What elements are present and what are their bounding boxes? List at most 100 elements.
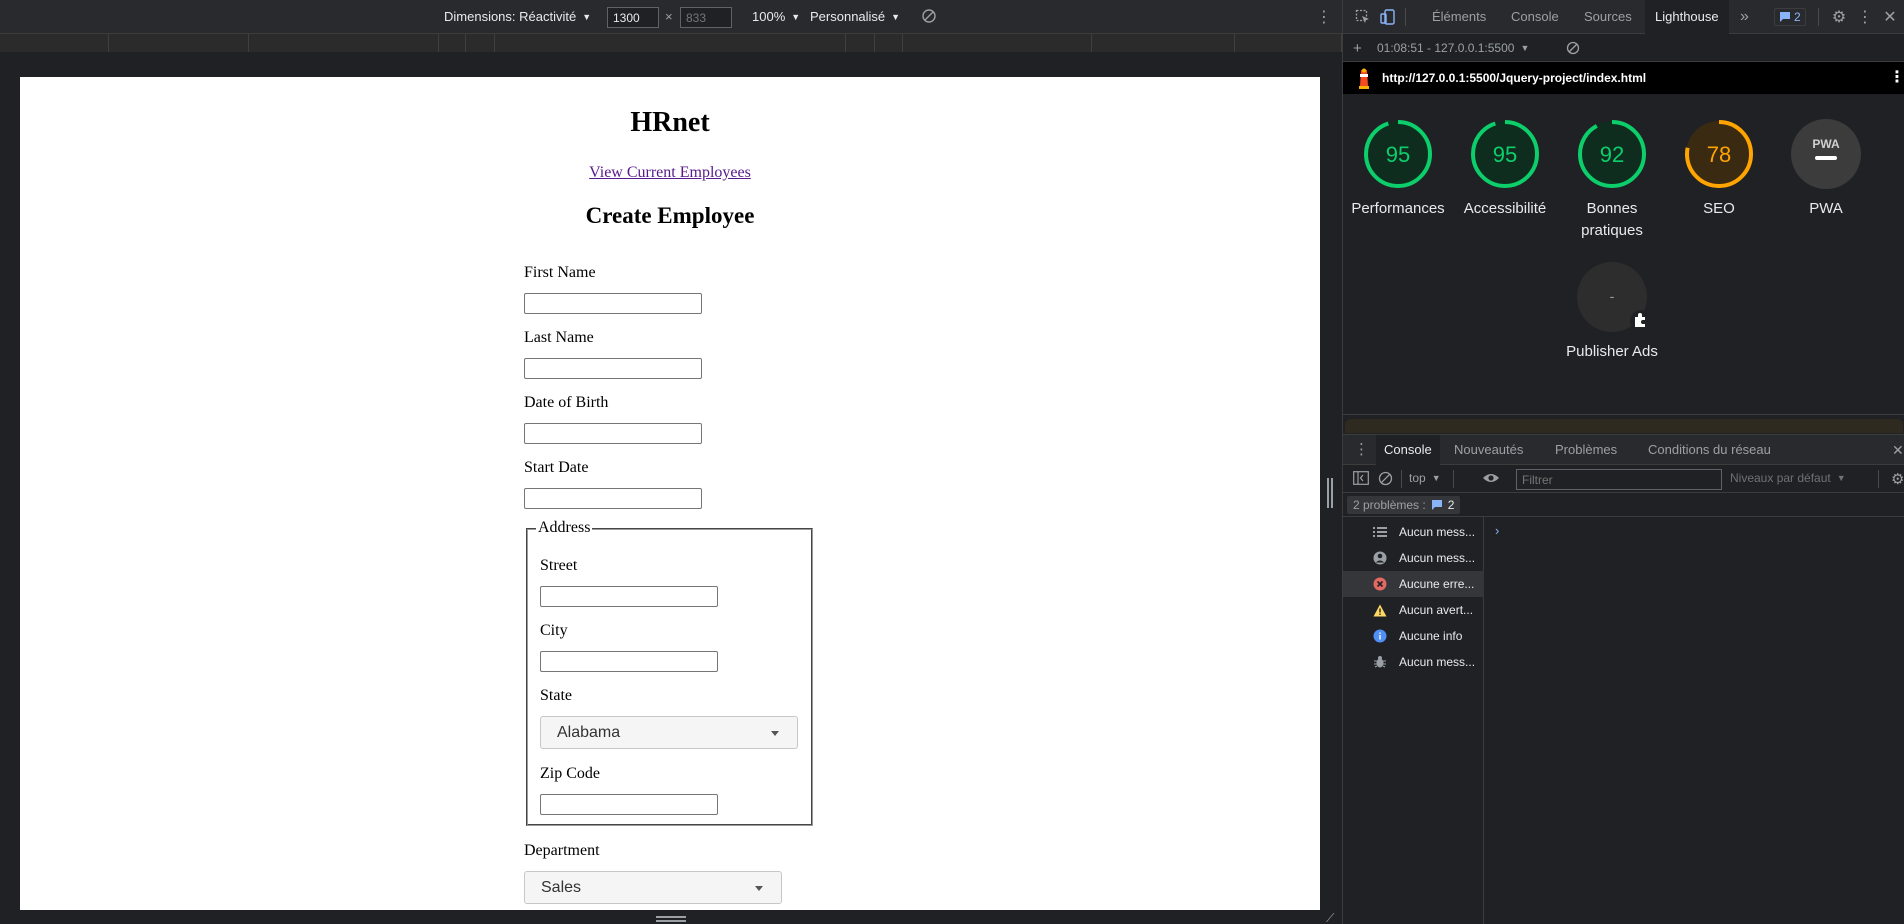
resize-handle-bottom[interactable] (656, 916, 686, 922)
department-label: Department (524, 842, 600, 859)
sidebar-item-errors[interactable]: Aucune erre... (1343, 571, 1484, 597)
bug-icon (1373, 655, 1387, 669)
height-input[interactable] (680, 7, 732, 28)
more-options-icon[interactable]: ⋮ (1856, 8, 1874, 26)
ruler-segment[interactable] (439, 34, 466, 52)
drawer-menu-icon[interactable]: ⋮ (1354, 435, 1369, 465)
lighthouse-logo-icon (1355, 68, 1373, 93)
inspect-element-icon[interactable] (1354, 8, 1372, 26)
issues-row: 2 problèmes : 2 (1343, 493, 1904, 517)
clear-console-icon[interactable] (1378, 471, 1393, 489)
ruler-segment[interactable] (1235, 34, 1342, 52)
media-query-ruler (0, 34, 1342, 52)
ruler-segment[interactable] (466, 34, 495, 52)
gauge-label: Bonnes pratiques (1581, 200, 1643, 239)
tab-lighthouse[interactable]: Lighthouse (1645, 0, 1729, 34)
report-selector[interactable]: 01:08:51 - 127.0.0.1:5500 ▼ (1377, 41, 1529, 55)
drawer-tab-issues[interactable]: Problèmes (1555, 435, 1617, 465)
zoom-dropdown[interactable]: 100% ▼ (752, 9, 800, 24)
ruler-segment[interactable] (249, 34, 439, 52)
settings-gear-icon[interactable]: ⚙ (1830, 8, 1848, 26)
zip-label: Zip Code (540, 765, 600, 782)
tab-console[interactable]: Console (1511, 0, 1559, 34)
lighthouse-scores: 95 Performances 95 Accessibilité 92 Bonn… (1343, 94, 1904, 414)
resize-handle-right[interactable] (1326, 478, 1334, 508)
sidebar-item-label: Aucun mess... (1399, 525, 1476, 539)
device-toolbar-icon[interactable] (1379, 8, 1397, 26)
separator (1453, 470, 1454, 488)
gauge-pwa[interactable]: PWA PWA (1778, 118, 1874, 220)
close-icon[interactable]: ✕ (1892, 435, 1904, 465)
state-select[interactable]: Alabama (540, 716, 798, 749)
lighthouse-report-bar: + 01:08:51 - 127.0.0.1:5500 ▼ (1343, 35, 1904, 62)
gauge-seo[interactable]: 78 SEO (1671, 118, 1767, 220)
context-selector[interactable]: top ▼ (1409, 471, 1441, 485)
drawer-tab-whats-new[interactable]: Nouveautés (1454, 435, 1523, 465)
more-options-icon[interactable]: ⋮ (1316, 7, 1332, 27)
issues-badge-count: 2 (1794, 10, 1801, 24)
ruler-segment[interactable] (109, 34, 249, 52)
ruler-segment[interactable] (1092, 34, 1235, 52)
report-menu-icon[interactable]: ⋮ (1889, 67, 1904, 87)
throttling-dropdown[interactable]: Personnalisé ▼ (810, 9, 900, 24)
gauge-bonnes-pratiques[interactable]: 92 Bonnes pratiques (1564, 118, 1660, 242)
dob-input[interactable] (524, 423, 702, 444)
tab-sources[interactable]: Sources (1584, 0, 1632, 34)
sidebar-item-verbose[interactable]: Aucun mess... (1343, 649, 1484, 675)
start-date-input[interactable] (524, 488, 702, 509)
gauge-publisher-ads[interactable]: - Publisher Ads (1564, 261, 1660, 363)
console-filter-input[interactable] (1516, 469, 1722, 490)
list-icon (1373, 525, 1387, 539)
sidebar-item-messages[interactable]: Aucun mess... (1343, 519, 1484, 545)
issues-button[interactable]: 2 problèmes : 2 (1347, 496, 1461, 514)
ruler-segment[interactable] (903, 34, 1092, 52)
log-levels-dropdown[interactable]: Niveaux par défaut ▼ (1730, 471, 1846, 485)
warning-icon (1373, 603, 1387, 617)
new-report-button[interactable]: + (1353, 40, 1362, 57)
gauge-label: Performances (1351, 200, 1445, 217)
score-value: 95 (1493, 142, 1517, 167)
console-toolbar: top ▼ Niveaux par défaut ▼ ⚙ (1343, 465, 1904, 493)
drawer-tab-network-conditions[interactable]: Conditions du réseau (1648, 435, 1771, 465)
sidebar-item-user-messages[interactable]: Aucun mess... (1343, 545, 1484, 571)
sidebar-item-label: Aucun mess... (1399, 655, 1476, 669)
drawer-tab-console[interactable]: Console (1376, 435, 1440, 465)
rotate-icon[interactable] (921, 8, 937, 24)
gauge-accessibilite[interactable]: 95 Accessibilité (1457, 118, 1553, 220)
close-icon[interactable]: ✕ (1881, 8, 1899, 26)
sidebar-item-warnings[interactable]: Aucun avert... (1343, 597, 1484, 623)
sidebar-toggle-icon[interactable] (1353, 471, 1369, 488)
clear-reports-icon[interactable] (1566, 41, 1580, 58)
log-levels-label: Niveaux par défaut (1730, 471, 1831, 485)
department-select[interactable]: Sales (524, 871, 782, 904)
first-name-input[interactable] (524, 293, 702, 314)
page-heading: Create Employee (585, 203, 755, 228)
issues-badge[interactable]: 2 (1774, 8, 1806, 26)
width-input[interactable] (607, 7, 659, 28)
message-icon (1780, 12, 1790, 22)
street-input[interactable] (540, 586, 718, 607)
score-value: 95 (1386, 142, 1410, 167)
last-name-input[interactable] (524, 358, 702, 379)
ruler-segment[interactable] (0, 34, 109, 52)
more-tabs-button[interactable]: » (1740, 0, 1749, 34)
dimensions-dropdown[interactable]: Dimensions: Réactivité ▼ (444, 9, 591, 24)
console-prompt[interactable]: › (1495, 523, 1499, 538)
view-employees-link[interactable]: View Current Employees (589, 164, 751, 181)
ruler-segment[interactable] (495, 34, 846, 52)
city-input[interactable] (540, 651, 718, 672)
sidebar-item-label: Aucun mess... (1399, 551, 1476, 565)
tab-elements[interactable]: Éléments (1432, 0, 1486, 34)
resize-handle-corner[interactable]: ⟋ (1326, 912, 1338, 924)
eye-icon[interactable] (1482, 471, 1500, 488)
ruler-segment[interactable] (846, 34, 875, 52)
last-name-label: Last Name (524, 329, 594, 346)
state-selected-value: Alabama (557, 723, 621, 741)
console-settings-gear-icon[interactable]: ⚙ (1891, 470, 1904, 488)
ruler-segment[interactable] (875, 34, 903, 52)
error-icon (1373, 577, 1387, 591)
zip-input[interactable] (540, 794, 718, 815)
sidebar-item-info[interactable]: Aucune info (1343, 623, 1484, 649)
gauge-performances[interactable]: 95 Performances (1350, 118, 1446, 220)
devtools-tabbar: Éléments Console Sources Lighthouse » 2 … (1343, 0, 1904, 34)
